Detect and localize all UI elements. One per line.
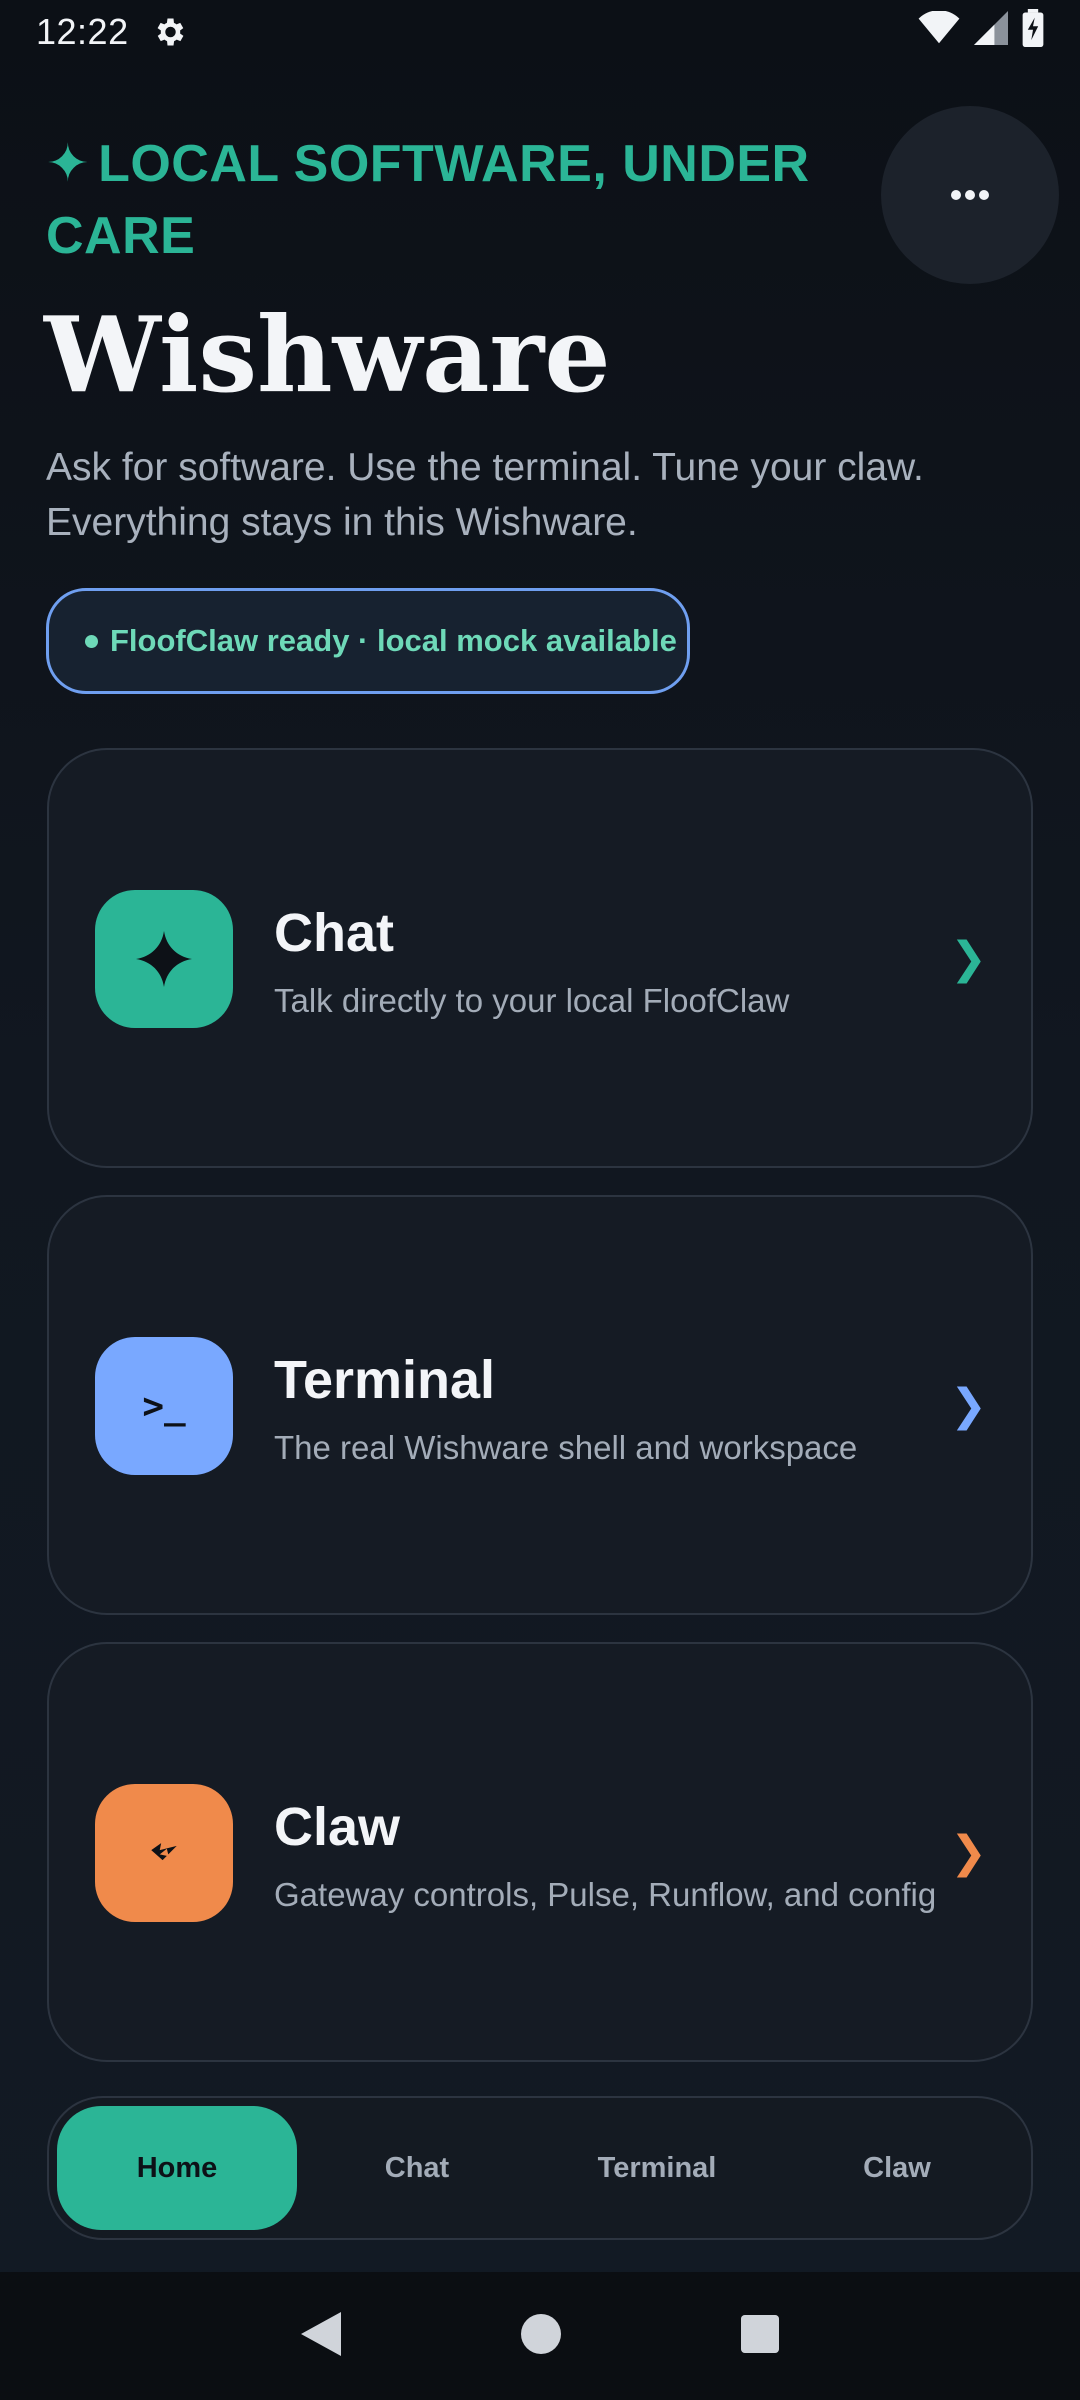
sparkle-icon [95,890,233,1028]
gear-icon [151,14,187,50]
card-terminal-title: Terminal [274,1350,496,1410]
bottom-nav: Home Chat Terminal Claw [47,2096,1033,2240]
signal-icon [974,10,1008,54]
back-icon[interactable] [301,2311,341,2361]
bolt-icon [95,1784,233,1922]
card-chat-title: Chat [274,903,394,963]
sparkle-icon: ✦ [46,135,91,193]
status-dot-icon [85,634,98,648]
nav-item-claw[interactable]: Claw [777,2106,1017,2230]
status-icons [918,8,1044,56]
battery-icon [1022,8,1044,56]
system-nav-bar [0,2272,1080,2400]
app-screen: 12:22 ✦ LOCAL SOFTWARE, UNDER CARE Wishwa… [0,0,1080,2400]
status-badge-text: FloofClaw ready · local mock available [110,623,677,658]
status-bar: 12:22 [0,0,1080,64]
page-subtitle: Ask for software. Use the terminal. Tune… [46,446,924,544]
chevron-right-icon: ❯ [950,1827,987,1877]
nav-item-chat[interactable]: Chat [297,2106,537,2230]
recents-icon[interactable] [741,2314,779,2358]
wifi-icon [918,9,960,54]
card-claw-description: Gateway controls, Pulse, Runflow, and co… [274,1876,937,1913]
nav-item-home[interactable]: Home [57,2106,297,2230]
chevron-right-icon: ❯ [950,933,987,983]
card-terminal-description: The real Wishware shell and workspace [274,1429,858,1466]
card-chat[interactable]: Chat Talk directly to your local FloofCl… [47,748,1033,1168]
status-time: 12:22 [36,11,129,52]
status-badge: FloofClaw ready · local mock available [46,588,690,694]
card-chat-description: Talk directly to your local FloofClaw [274,982,790,1019]
nav-item-terminal[interactable]: Terminal [537,2106,777,2230]
chevron-right-icon: ❯ [950,1380,987,1430]
home-icon[interactable] [521,2313,561,2359]
more-horizontal-icon [951,190,989,200]
card-claw[interactable]: Claw Gateway controls, Pulse, Runflow, a… [47,1642,1033,2062]
more-options-button[interactable] [881,106,1059,284]
terminal-icon: >_ [95,1337,233,1475]
card-terminal[interactable]: >_ Terminal The real Wishware shell and … [47,1195,1033,1615]
page-title: Wishware [44,293,611,416]
eyebrow-label: ✦ LOCAL SOFTWARE, UNDER CARE [46,128,866,272]
card-claw-title: Claw [274,1797,401,1857]
